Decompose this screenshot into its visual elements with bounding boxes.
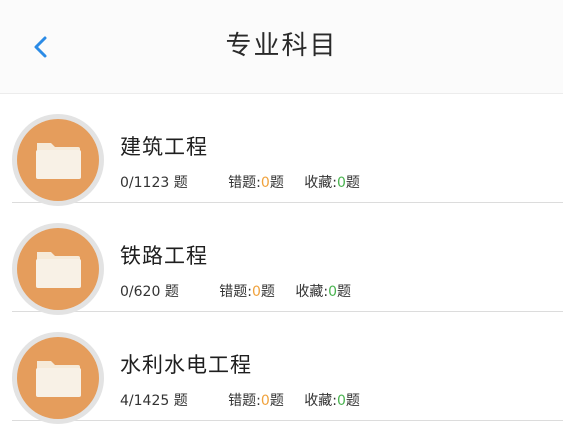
favorite-count: 收藏:0题 xyxy=(295,284,351,300)
subject-item-construction[interactable]: 建筑工程 0/1123 题 错题:0题 收藏:0题 xyxy=(12,94,563,206)
wrong-count: 错题:0题 xyxy=(228,393,284,409)
subject-item-water-conservancy[interactable]: 水利水电工程 4/1425 题 错题:0题 收藏:0题 xyxy=(12,312,563,424)
subject-item-railway[interactable]: 铁路工程 0/620 题 错题:0题 收藏:0题 xyxy=(12,203,563,315)
wrong-count: 错题:0题 xyxy=(228,175,284,191)
folder-icon xyxy=(36,143,81,179)
subject-list: 建筑工程 0/1123 题 错题:0题 收藏:0题 铁路工程 0/620 题 错… xyxy=(0,94,563,424)
subject-stats: 0/1123 题 错题:0题 收藏:0题 xyxy=(120,173,360,193)
avatar xyxy=(12,332,104,424)
navigation-bar: 专业科目 xyxy=(0,0,563,94)
favorite-count: 收藏:0题 xyxy=(304,175,360,191)
subject-title: 建筑工程 xyxy=(120,135,208,159)
wrong-count: 错题:0题 xyxy=(219,284,275,300)
page-title: 专业科目 xyxy=(225,31,338,61)
progress-count: 4/1425 题 xyxy=(120,393,188,409)
subject-stats: 0/620 题 错题:0题 收藏:0题 xyxy=(120,282,351,302)
subject-stats: 4/1425 题 错题:0题 收藏:0题 xyxy=(120,391,360,411)
folder-icon xyxy=(36,361,81,397)
progress-count: 0/620 题 xyxy=(120,284,179,300)
avatar xyxy=(12,223,104,315)
subject-title: 铁路工程 xyxy=(120,244,208,268)
favorite-count: 收藏:0题 xyxy=(304,393,360,409)
progress-count: 0/1123 题 xyxy=(120,175,188,191)
avatar xyxy=(12,114,104,206)
folder-icon xyxy=(36,252,81,288)
subject-title: 水利水电工程 xyxy=(120,353,252,377)
